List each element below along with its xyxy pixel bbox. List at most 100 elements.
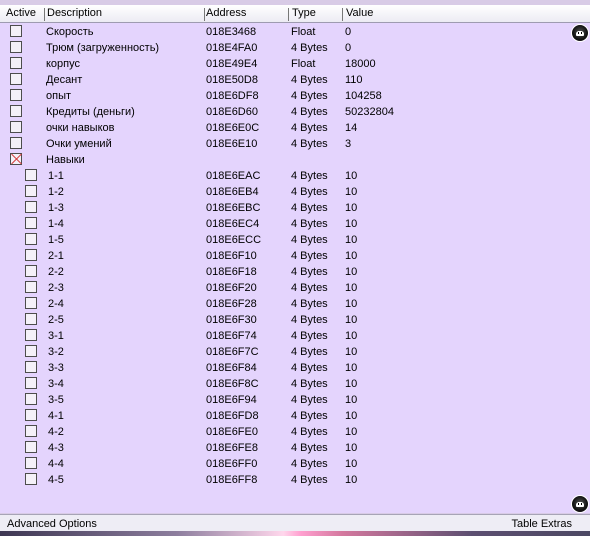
active-checkbox[interactable] bbox=[25, 201, 37, 213]
type-cell: 4 Bytes bbox=[291, 458, 328, 470]
table-row[interactable]: 1-1 018E6EAC 4 Bytes 10 bbox=[0, 168, 560, 184]
active-checkbox[interactable] bbox=[25, 457, 37, 469]
table-row[interactable]: 2-4 018E6F28 4 Bytes 10 bbox=[0, 296, 560, 312]
header-description[interactable]: Description bbox=[47, 7, 102, 19]
table-row[interactable]: 2-2 018E6F18 4 Bytes 10 bbox=[0, 264, 560, 280]
active-checkbox[interactable] bbox=[10, 137, 22, 149]
value-cell: 3 bbox=[345, 138, 352, 150]
table-row[interactable]: Трюм (загруженность) 018E4FA0 4 Bytes 0 bbox=[0, 40, 560, 56]
table-row[interactable]: 2-3 018E6F20 4 Bytes 10 bbox=[0, 280, 560, 296]
description-cell: 1-2 bbox=[48, 186, 64, 198]
table-row[interactable]: корпус 018E49E4 Float 18000 bbox=[0, 56, 560, 72]
active-checkbox[interactable] bbox=[25, 169, 37, 181]
active-checkbox[interactable] bbox=[10, 89, 22, 101]
address-cell: 018E6FF0 bbox=[206, 458, 258, 470]
type-cell: 4 Bytes bbox=[291, 202, 328, 214]
active-checkbox[interactable] bbox=[10, 105, 22, 117]
active-checkbox[interactable] bbox=[25, 249, 37, 261]
active-checkbox[interactable] bbox=[10, 57, 22, 69]
table-row[interactable]: 3-5 018E6F94 4 Bytes 10 bbox=[0, 392, 560, 408]
active-checkbox[interactable] bbox=[25, 281, 37, 293]
type-cell: 4 Bytes bbox=[291, 282, 328, 294]
address-cell: 018E6EB4 bbox=[206, 186, 259, 198]
type-cell: 4 Bytes bbox=[291, 106, 328, 118]
active-checkbox[interactable] bbox=[25, 233, 37, 245]
value-cell: 10 bbox=[345, 394, 358, 406]
address-cell: 018E6FE0 bbox=[206, 426, 258, 438]
table-row[interactable]: 1-5 018E6ECC 4 Bytes 10 bbox=[0, 232, 560, 248]
table-row[interactable]: 3-2 018E6F7C 4 Bytes 10 bbox=[0, 344, 560, 360]
active-checkbox[interactable] bbox=[25, 297, 37, 309]
active-checkbox[interactable] bbox=[25, 265, 37, 277]
active-checkbox[interactable] bbox=[25, 377, 37, 389]
value-cell: 50232804 bbox=[345, 106, 394, 118]
value-cell: 10 bbox=[345, 330, 358, 342]
desktop-background-strip bbox=[0, 531, 590, 536]
active-checkbox[interactable] bbox=[25, 217, 37, 229]
header-separator[interactable] bbox=[44, 8, 45, 21]
description-cell: 4-4 bbox=[48, 458, 64, 470]
address-cell: 018E6FD8 bbox=[206, 410, 259, 422]
table-row[interactable]: 3-3 018E6F84 4 Bytes 10 bbox=[0, 360, 560, 376]
address-cell: 018E6EC4 bbox=[206, 218, 260, 230]
active-checkbox[interactable] bbox=[25, 313, 37, 325]
table-row[interactable]: 4-4 018E6FF0 4 Bytes 10 bbox=[0, 456, 560, 472]
active-checkbox[interactable] bbox=[25, 393, 37, 405]
active-checkbox[interactable] bbox=[10, 121, 22, 133]
type-cell: 4 Bytes bbox=[291, 138, 328, 150]
scroll-down-icon[interactable] bbox=[572, 496, 588, 512]
active-checkbox[interactable] bbox=[25, 425, 37, 437]
description-cell: 1-3 bbox=[48, 202, 64, 214]
table-extras-button[interactable]: Table Extras bbox=[511, 518, 572, 530]
active-checkbox[interactable] bbox=[25, 345, 37, 357]
table-row[interactable]: опыт 018E6DF8 4 Bytes 104258 bbox=[0, 88, 560, 104]
active-checkbox[interactable] bbox=[25, 441, 37, 453]
description-cell: Скорость bbox=[46, 26, 94, 38]
active-checkbox[interactable] bbox=[25, 185, 37, 197]
address-cell: 018E6F18 bbox=[206, 266, 257, 278]
table-row[interactable]: 4-3 018E6FE8 4 Bytes 10 bbox=[0, 440, 560, 456]
header-active[interactable]: Active bbox=[6, 7, 36, 19]
active-checkbox[interactable] bbox=[25, 361, 37, 373]
header-address[interactable]: Address bbox=[206, 7, 246, 19]
scroll-up-icon[interactable] bbox=[572, 25, 588, 41]
table-row[interactable]: 1-3 018E6EBC 4 Bytes 10 bbox=[0, 200, 560, 216]
type-cell: 4 Bytes bbox=[291, 122, 328, 134]
table-row[interactable]: Десант 018E50D8 4 Bytes 110 bbox=[0, 72, 560, 88]
active-checkbox[interactable] bbox=[10, 153, 22, 165]
header-separator[interactable] bbox=[288, 8, 289, 21]
table-row[interactable]: 2-5 018E6F30 4 Bytes 10 bbox=[0, 312, 560, 328]
header-separator[interactable] bbox=[204, 8, 205, 21]
active-checkbox[interactable] bbox=[25, 409, 37, 421]
table-row[interactable]: Скорость 018E3468 Float 0 bbox=[0, 24, 560, 40]
type-cell: 4 Bytes bbox=[291, 218, 328, 230]
table-row[interactable]: 2-1 018E6F10 4 Bytes 10 bbox=[0, 248, 560, 264]
active-checkbox[interactable] bbox=[10, 73, 22, 85]
active-checkbox[interactable] bbox=[10, 25, 22, 37]
header-separator[interactable] bbox=[342, 8, 343, 21]
header-value[interactable]: Value bbox=[346, 7, 373, 19]
table-row[interactable]: 3-4 018E6F8C 4 Bytes 10 bbox=[0, 376, 560, 392]
table-row[interactable]: Кредиты (деньги) 018E6D60 4 Bytes 50232804 bbox=[0, 104, 560, 120]
type-cell: 4 Bytes bbox=[291, 362, 328, 374]
table-row[interactable]: 4-5 018E6FF8 4 Bytes 10 bbox=[0, 472, 560, 488]
address-cell: 018E6F7C bbox=[206, 346, 259, 358]
table-row[interactable]: 4-2 018E6FE0 4 Bytes 10 bbox=[0, 424, 560, 440]
table-row[interactable]: 4-1 018E6FD8 4 Bytes 10 bbox=[0, 408, 560, 424]
header-type[interactable]: Type bbox=[292, 7, 316, 19]
value-cell: 10 bbox=[345, 362, 358, 374]
active-checkbox[interactable] bbox=[25, 473, 37, 485]
table-row[interactable]: 3-1 018E6F74 4 Bytes 10 bbox=[0, 328, 560, 344]
table-row[interactable]: Навыки bbox=[0, 152, 560, 168]
table-row[interactable]: очки навыков 018E6E0C 4 Bytes 14 bbox=[0, 120, 560, 136]
type-cell: 4 Bytes bbox=[291, 426, 328, 438]
type-cell: 4 Bytes bbox=[291, 266, 328, 278]
description-cell: 2-3 bbox=[48, 282, 64, 294]
table-row[interactable]: 1-4 018E6EC4 4 Bytes 10 bbox=[0, 216, 560, 232]
table-row[interactable]: 1-2 018E6EB4 4 Bytes 10 bbox=[0, 184, 560, 200]
active-checkbox[interactable] bbox=[25, 329, 37, 341]
active-checkbox[interactable] bbox=[10, 41, 22, 53]
description-cell: 4-5 bbox=[48, 474, 64, 486]
table-row[interactable]: Очки умений 018E6E10 4 Bytes 3 bbox=[0, 136, 560, 152]
advanced-options-button[interactable]: Advanced Options bbox=[7, 518, 97, 530]
